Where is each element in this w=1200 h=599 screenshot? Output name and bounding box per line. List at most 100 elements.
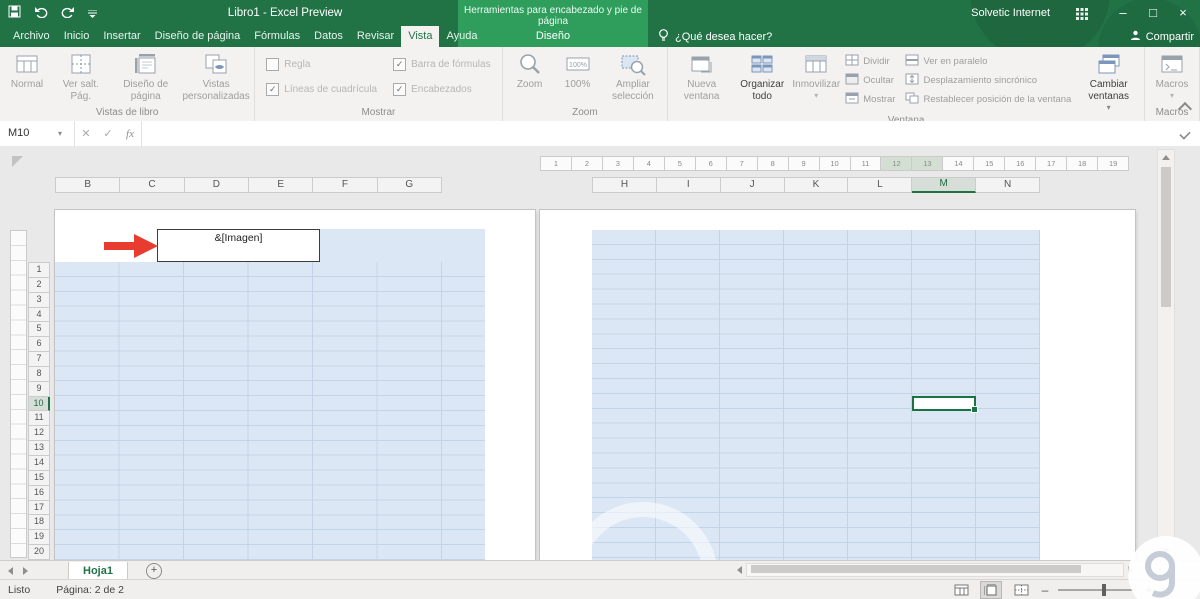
zoom-out-button[interactable]: – bbox=[1040, 583, 1050, 597]
tab-revisar[interactable]: Revisar bbox=[350, 26, 401, 47]
insert-function-icon[interactable]: fx bbox=[119, 128, 141, 140]
row-header-4[interactable]: 4 bbox=[28, 307, 50, 323]
ver-en-paralelo-button[interactable]: Ver en paralelo bbox=[905, 54, 1071, 69]
row-header-8[interactable]: 8 bbox=[28, 366, 50, 382]
row-header-10[interactable]: 10 bbox=[28, 396, 50, 412]
previous-sheet-icon[interactable] bbox=[8, 566, 13, 575]
page-layout-view-button[interactable] bbox=[980, 581, 1002, 599]
redo-icon[interactable] bbox=[61, 5, 75, 23]
inmovilizar-button[interactable]: Inmovilizar ▾ bbox=[792, 48, 840, 101]
restablecer-posicion-de-la-ventana-button[interactable]: Restablecer posición de la ventana bbox=[905, 92, 1071, 107]
save-icon[interactable] bbox=[8, 5, 21, 23]
nueva-ventana-button[interactable]: Nueva ventana bbox=[671, 48, 732, 104]
minimize-button[interactable]: – bbox=[1108, 0, 1138, 26]
desplazamiento-sincronico-button[interactable]: Desplazamiento sincrónico bbox=[905, 73, 1071, 88]
maximize-button[interactable]: □ bbox=[1138, 0, 1168, 26]
formula-input[interactable] bbox=[142, 121, 1179, 146]
left-page-grid[interactable] bbox=[55, 262, 485, 560]
expand-formula-bar-icon[interactable] bbox=[1179, 127, 1191, 140]
column-header-M[interactable]: M bbox=[912, 177, 977, 193]
row-header-3[interactable]: 3 bbox=[28, 292, 50, 308]
row-header-14[interactable]: 14 bbox=[28, 455, 50, 471]
zoom-slider-thumb[interactable] bbox=[1102, 584, 1106, 596]
tab-archivo[interactable]: Archivo bbox=[6, 26, 57, 47]
row-header-13[interactable]: 13 bbox=[28, 441, 50, 456]
zoom-slider[interactable] bbox=[1058, 584, 1136, 596]
column-header-C[interactable]: C bbox=[120, 177, 185, 193]
vistas-personalizadas-button[interactable]: Vistas personalizadas bbox=[181, 48, 251, 104]
mostrar-button[interactable]: Mostrar bbox=[845, 92, 895, 107]
column-header-H[interactable]: H bbox=[592, 177, 657, 193]
checkbox-barra-de-formulas[interactable]: ✓ Barra de fórmulas bbox=[393, 58, 491, 71]
share-button[interactable]: Compartir bbox=[1130, 26, 1194, 47]
row-header-5[interactable]: 5 bbox=[28, 322, 50, 338]
column-header-I[interactable]: I bbox=[656, 177, 721, 193]
tab-diseno[interactable]: Diseño bbox=[458, 26, 648, 47]
100-button[interactable]: 100% 100% bbox=[554, 48, 602, 92]
row-header-2[interactable]: 2 bbox=[28, 277, 50, 293]
column-header-K[interactable]: K bbox=[784, 177, 849, 193]
new-sheet-button[interactable]: + bbox=[145, 562, 162, 579]
tab-formulas[interactable]: Fórmulas bbox=[247, 26, 307, 47]
name-box-dropdown-icon[interactable]: ▾ bbox=[58, 129, 74, 138]
close-button[interactable]: × bbox=[1168, 0, 1198, 26]
checkbox-encabezados[interactable]: ✓ Encabezados bbox=[393, 83, 490, 96]
tab-diseno-de-pagina[interactable]: Diseño de página bbox=[148, 26, 248, 47]
cancel-formula-icon[interactable]: ✕ bbox=[75, 127, 97, 140]
signed-in-user[interactable]: Solvetic Internet bbox=[971, 0, 1050, 26]
row-header-18[interactable]: 18 bbox=[28, 515, 50, 531]
horizontal-scrollbar[interactable] bbox=[733, 563, 1137, 577]
sheet-tab-hoja1[interactable]: Hoja1 bbox=[68, 561, 128, 580]
ampliar-seleccion-button[interactable]: Ampliar selección bbox=[602, 48, 665, 104]
scroll-left-icon[interactable] bbox=[737, 566, 742, 574]
row-header-7[interactable]: 7 bbox=[28, 352, 50, 367]
organizar-todo-button[interactable]: Organizar todo bbox=[732, 48, 792, 104]
macros-button[interactable]: Macros ▾ bbox=[1148, 48, 1196, 101]
normal-button[interactable]: Normal bbox=[3, 48, 51, 92]
column-header-N[interactable]: N bbox=[976, 177, 1041, 193]
tab-datos[interactable]: Datos bbox=[307, 26, 350, 47]
header-right-section[interactable] bbox=[320, 229, 485, 262]
row-header-16[interactable]: 16 bbox=[28, 485, 50, 501]
active-cell-M10[interactable] bbox=[912, 396, 978, 413]
row-header-15[interactable]: 15 bbox=[28, 470, 50, 486]
ocultar-button[interactable]: Ocultar bbox=[845, 73, 895, 88]
ribbon-display-options-icon[interactable] bbox=[1076, 7, 1088, 25]
diseno-de-pagina-button[interactable]: Diseño de página bbox=[111, 48, 181, 104]
row-header-6[interactable]: 6 bbox=[28, 337, 50, 353]
scroll-up-icon[interactable] bbox=[1162, 150, 1170, 164]
row-header-17[interactable]: 17 bbox=[28, 500, 50, 516]
tab-inicio[interactable]: Inicio bbox=[57, 26, 97, 47]
name-box[interactable]: M10 bbox=[0, 121, 58, 146]
column-header-D[interactable]: D bbox=[184, 177, 249, 193]
ver-salt-pag-button[interactable]: Ver salt. Pág. bbox=[51, 48, 111, 104]
column-header-E[interactable]: E bbox=[248, 177, 314, 193]
page-2[interactable] bbox=[540, 210, 1135, 560]
page-break-preview-button[interactable] bbox=[1010, 581, 1032, 599]
column-header-J[interactable]: J bbox=[720, 177, 785, 193]
header-center-section[interactable]: &[Imagen] bbox=[157, 229, 320, 262]
row-header-9[interactable]: 9 bbox=[28, 381, 50, 397]
cambiar-ventanas-button[interactable]: Cambiar ventanas ▾ bbox=[1076, 48, 1141, 113]
customize-qat-icon[interactable] bbox=[88, 5, 97, 23]
tab-vista[interactable]: Vista bbox=[401, 26, 440, 47]
column-header-G[interactable]: G bbox=[377, 177, 442, 193]
row-header-19[interactable]: 19 bbox=[28, 530, 50, 546]
enter-formula-icon[interactable]: ✓ bbox=[97, 127, 119, 140]
vertical-scrollbar[interactable] bbox=[1157, 149, 1175, 559]
page-1[interactable]: &[Imagen] bbox=[55, 210, 535, 560]
vertical-scrollbar-thumb[interactable] bbox=[1161, 167, 1171, 307]
row-header-1[interactable]: 1 bbox=[28, 262, 50, 278]
column-header-F[interactable]: F bbox=[313, 177, 378, 193]
horizontal-scrollbar-thumb[interactable] bbox=[751, 565, 1081, 573]
dividir-button[interactable]: Dividir bbox=[845, 54, 895, 69]
tell-me-search[interactable]: ¿Qué desea hacer? bbox=[658, 26, 772, 47]
zoom-button[interactable]: Zoom bbox=[506, 48, 554, 92]
checkbox-lineas-de-cuadricula[interactable]: ✓ Líneas de cuadrícula bbox=[266, 83, 377, 96]
column-header-B[interactable]: B bbox=[55, 177, 121, 193]
tab-insertar[interactable]: Insertar bbox=[96, 26, 147, 47]
row-header-11[interactable]: 11 bbox=[28, 411, 50, 427]
checkbox-regla[interactable]: Regla bbox=[266, 58, 377, 71]
column-header-L[interactable]: L bbox=[848, 177, 913, 193]
row-header-20[interactable]: 20 bbox=[28, 545, 50, 560]
